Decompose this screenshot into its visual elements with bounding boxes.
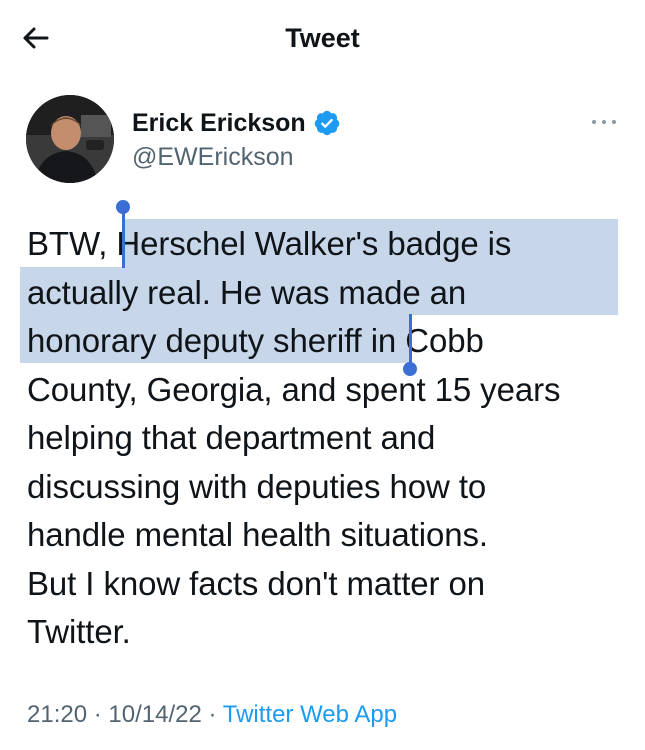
tweet-text[interactable]: BTW, Herschel Walker's badge is actually… — [27, 220, 627, 657]
tweet-line: handle mental health situations. — [27, 516, 488, 553]
meta-separator: · — [208, 701, 217, 728]
tweet-meta: 21:20 · 10/14/22 · Twitter Web App — [27, 700, 397, 730]
verified-badge-icon — [313, 109, 341, 137]
top-bar: Tweet — [0, 0, 645, 78]
tweet-line: discussing with deputies how to — [27, 467, 487, 505]
more-dots-icon — [592, 120, 616, 124]
tweet-line: helping that department and — [27, 419, 436, 456]
tweet-line: BTW, Herschel Walker's badge is — [27, 225, 512, 262]
author-name[interactable]: Erick Erickson — [132, 108, 306, 138]
tweet-source-link[interactable]: Twitter Web App — [223, 701, 397, 728]
profile-photo — [26, 95, 114, 183]
tweet-line: actually real. He was made an — [27, 273, 467, 311]
tweet-time: 21:20 — [27, 701, 88, 728]
tweet-line: Twitter. — [27, 613, 131, 650]
selection-start-caret — [122, 212, 125, 268]
selection-end-caret — [409, 314, 412, 368]
more-options-button[interactable] — [584, 108, 624, 136]
meta-separator: · — [93, 701, 102, 728]
page-title: Tweet — [285, 23, 360, 53]
tweet-line: honorary deputy sheriff in Cobb — [27, 322, 484, 359]
selection-end-handle[interactable] — [403, 362, 417, 376]
tweet-date: 10/14/22 — [108, 701, 202, 728]
tweet-line: County, Georgia, and spent 15 years — [27, 370, 561, 408]
author-handle[interactable]: @EWErickson — [132, 142, 294, 172]
tweet-line: But I know facts don't matter on — [27, 564, 485, 602]
avatar[interactable] — [26, 95, 114, 183]
